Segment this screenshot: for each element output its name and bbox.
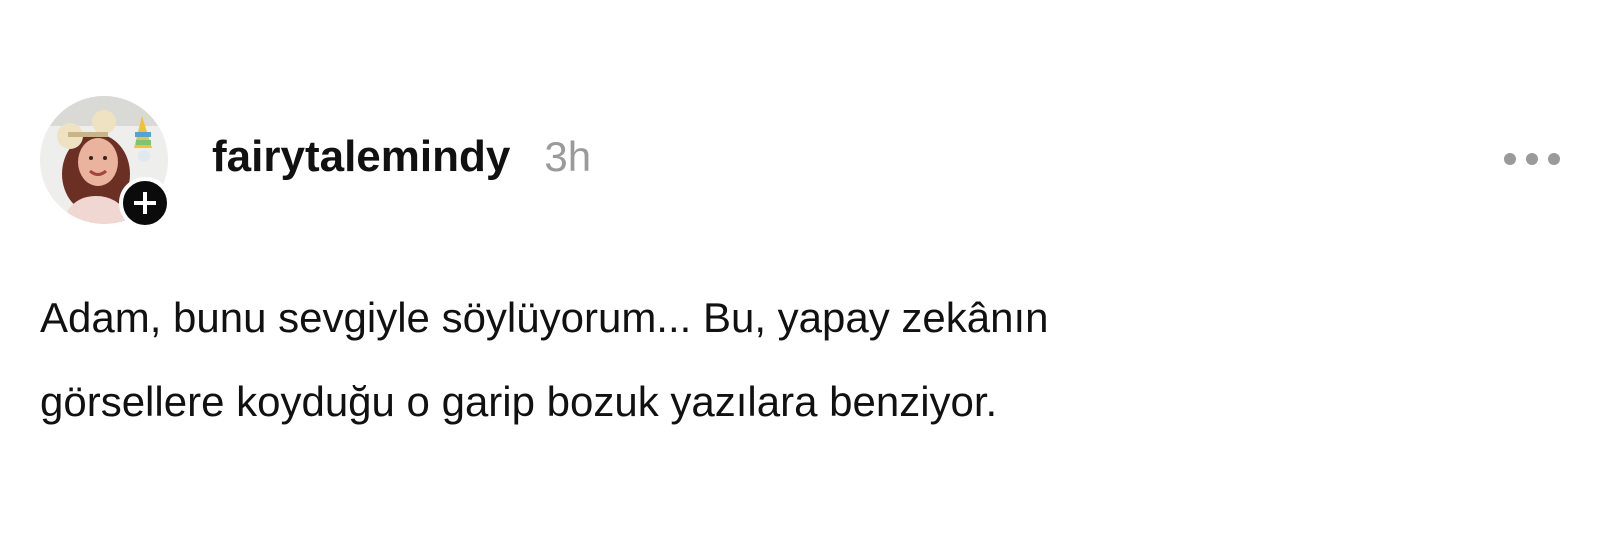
author-avatar-group <box>40 96 180 230</box>
post-text-line-1: Adam, bunu sevgiyle söylüyorum... Bu, ya… <box>40 294 1049 341</box>
post-timestamp: 3h <box>544 133 592 180</box>
username-link[interactable]: fairytalemindy <box>212 132 510 182</box>
post-body: Adam, bunu sevgiyle söylüyorum... Bu, ya… <box>40 276 1540 444</box>
follow-button[interactable] <box>119 177 171 229</box>
plus-icon <box>134 192 156 214</box>
more-options-button[interactable] <box>1500 146 1564 172</box>
more-horizontal-icon <box>1504 153 1560 165</box>
post-text-line-2: görsellere koyduğu o garip bozuk yazılar… <box>40 378 998 425</box>
post-header: fairytalemindy 3h <box>212 132 591 188</box>
post-card: fairytalemindy 3h Adam, bunu sevgiyle sö… <box>0 0 1600 533</box>
